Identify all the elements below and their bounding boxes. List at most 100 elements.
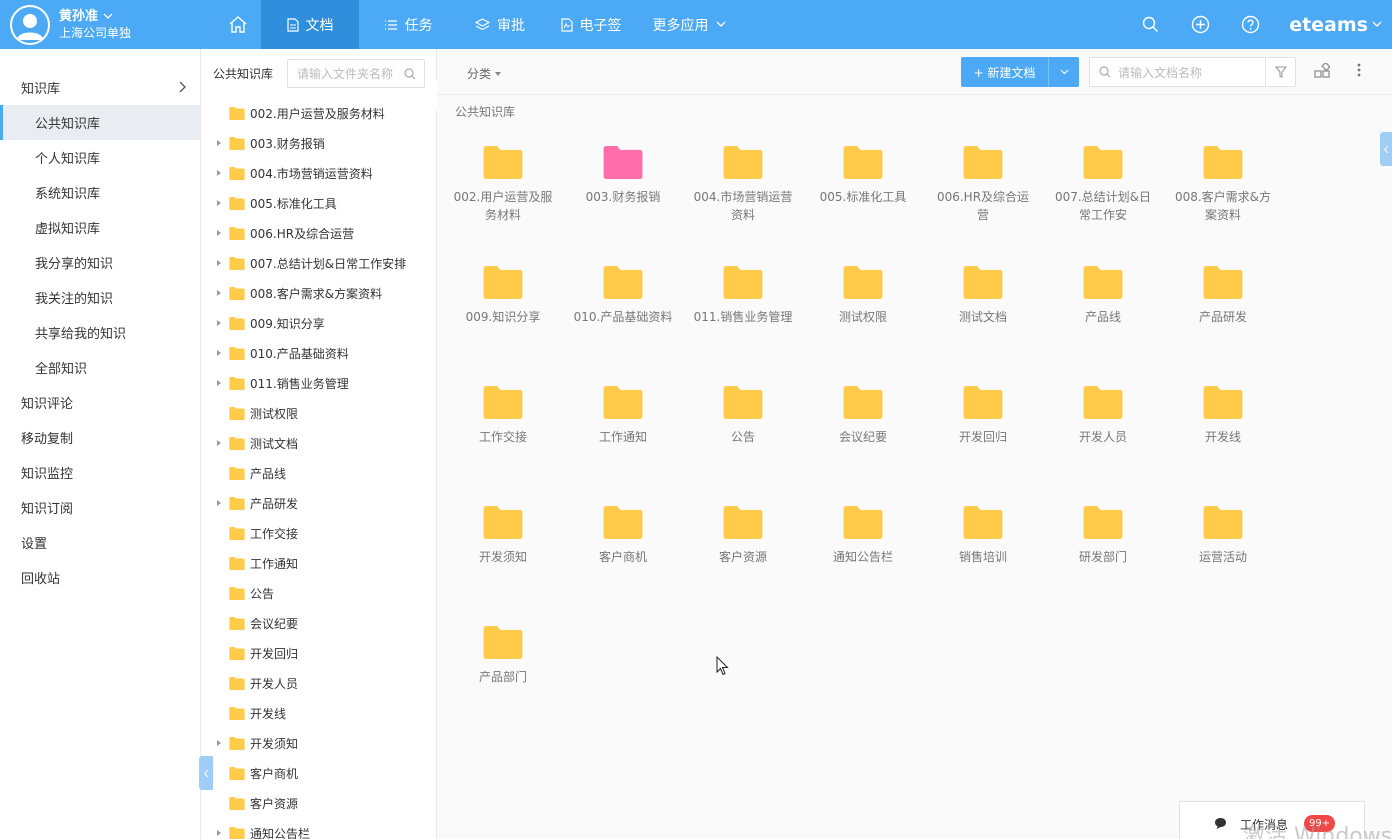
collapse-sidebar-button[interactable]: [199, 756, 213, 790]
expand-arrow-icon[interactable]: [217, 500, 221, 506]
expand-arrow-icon[interactable]: [217, 290, 221, 296]
folder-tile[interactable]: 011.销售业务管理: [683, 266, 803, 326]
help-button[interactable]: [1225, 0, 1275, 49]
expand-arrow-icon[interactable]: [217, 740, 221, 746]
expand-arrow-icon[interactable]: [217, 320, 221, 326]
folder-tile[interactable]: 通知公告栏: [803, 506, 923, 566]
tree-item[interactable]: 005.标准化工具: [201, 188, 436, 218]
folder-tile[interactable]: 工作通知: [563, 386, 683, 446]
sidebar-item[interactable]: 知识库: [0, 70, 200, 105]
tree-item[interactable]: 010.产品基础资料: [201, 338, 436, 368]
tree-item[interactable]: 006.HR及综合运营: [201, 218, 436, 248]
sidebar-item[interactable]: 移动复制: [0, 420, 200, 455]
category-dropdown[interactable]: 分类: [467, 65, 502, 82]
filter-button[interactable]: [1265, 58, 1295, 86]
folder-tile[interactable]: 会议纪要: [803, 386, 923, 446]
tree-item[interactable]: 公告: [201, 578, 436, 608]
new-document-button[interactable]: + 新建文档: [961, 57, 1079, 87]
sidebar-item[interactable]: 全部知识: [0, 350, 200, 385]
folder-search-input[interactable]: 请输入文件夹名称: [287, 59, 425, 88]
nav-tab-tasks[interactable]: 任务: [359, 0, 457, 49]
sidebar-item[interactable]: 知识评论: [0, 385, 200, 420]
tree-item[interactable]: 008.客户需求&方案资料: [201, 278, 436, 308]
expand-arrow-icon[interactable]: [217, 380, 221, 386]
folder-tile[interactable]: 009.知识分享: [443, 266, 563, 326]
expand-arrow-icon[interactable]: [217, 140, 221, 146]
sidebar-item[interactable]: 我关注的知识: [0, 280, 200, 315]
folder-tile[interactable]: 产品线: [1043, 266, 1163, 326]
nav-tab-approval[interactable]: 审批: [457, 0, 543, 49]
folder-tile[interactable]: 运营活动: [1163, 506, 1283, 566]
breadcrumb[interactable]: 公共知识库: [455, 103, 515, 120]
search-button[interactable]: [1125, 0, 1175, 49]
sidebar-item[interactable]: 系统知识库: [0, 175, 200, 210]
tree-item[interactable]: 客户商机: [201, 758, 436, 788]
tree-item[interactable]: 开发须知: [201, 728, 436, 758]
folder-tile[interactable]: 工作交接: [443, 386, 563, 446]
avatar[interactable]: [10, 5, 50, 45]
expand-right-panel-button[interactable]: [1380, 132, 1392, 166]
folder-tile[interactable]: 010.产品基础资料: [563, 266, 683, 326]
folder-tile[interactable]: 007.总结计划&日常工作安: [1043, 146, 1163, 224]
folder-tile[interactable]: 开发线: [1163, 386, 1283, 446]
tree-item[interactable]: 007.总结计划&日常工作安排: [201, 248, 436, 278]
tree-item[interactable]: 客户资源: [201, 788, 436, 818]
tree-item[interactable]: 009.知识分享: [201, 308, 436, 338]
tree-item[interactable]: 004.市场营销运营资料: [201, 158, 436, 188]
tree-item[interactable]: 开发线: [201, 698, 436, 728]
sidebar-item[interactable]: 个人知识库: [0, 140, 200, 175]
tree-item[interactable]: 测试文档: [201, 428, 436, 458]
folder-tile[interactable]: 005.标准化工具: [803, 146, 923, 206]
brand-menu[interactable]: eteams: [1289, 14, 1382, 36]
tree-item[interactable]: 测试权限: [201, 398, 436, 428]
folder-tile[interactable]: 产品部门: [443, 626, 563, 686]
folder-tile[interactable]: 研发部门: [1043, 506, 1163, 566]
folder-tile[interactable]: 004.市场营销运营资料: [683, 146, 803, 224]
folder-tile[interactable]: 002.用户运营及服务材料: [443, 146, 563, 224]
sidebar-item[interactable]: 共享给我的知识: [0, 315, 200, 350]
expand-arrow-icon[interactable]: [217, 440, 221, 446]
new-document-dropdown[interactable]: [1049, 57, 1079, 87]
sidebar-item[interactable]: 公共知识库: [0, 105, 200, 140]
folder-tile[interactable]: 开发须知: [443, 506, 563, 566]
folder-tile[interactable]: 开发人员: [1043, 386, 1163, 446]
tree-item[interactable]: 通知公告栏: [201, 818, 436, 839]
sidebar-item[interactable]: 虚拟知识库: [0, 210, 200, 245]
expand-arrow-icon[interactable]: [217, 830, 221, 836]
more-vertical-icon[interactable]: [1357, 62, 1361, 78]
tree-item[interactable]: 会议纪要: [201, 608, 436, 638]
folder-tile[interactable]: 公告: [683, 386, 803, 446]
sidebar-item[interactable]: 知识订阅: [0, 490, 200, 525]
add-button[interactable]: [1175, 0, 1225, 49]
folder-tile[interactable]: 006.HR及综合运营: [923, 146, 1043, 224]
folder-tile[interactable]: 客户商机: [563, 506, 683, 566]
tree-item[interactable]: 开发人员: [201, 668, 436, 698]
expand-arrow-icon[interactable]: [217, 350, 221, 356]
home-button[interactable]: [221, 0, 261, 49]
folder-tile[interactable]: 开发回归: [923, 386, 1043, 446]
tree-item[interactable]: 工作通知: [201, 548, 436, 578]
nav-tab-documents[interactable]: 文档: [261, 0, 359, 49]
folder-tile[interactable]: 008.客户需求&方案资料: [1163, 146, 1283, 224]
tree-item[interactable]: 002.用户运营及服务材料: [201, 98, 436, 128]
sidebar-item[interactable]: 我分享的知识: [0, 245, 200, 280]
folder-tile[interactable]: 客户资源: [683, 506, 803, 566]
user-name-row[interactable]: 黄孙准: [59, 8, 131, 25]
expand-arrow-icon[interactable]: [217, 170, 221, 176]
tree-item[interactable]: 开发回归: [201, 638, 436, 668]
document-search-input[interactable]: 请输入文档名称: [1089, 57, 1296, 87]
folder-tile[interactable]: 销售培训: [923, 506, 1043, 566]
expand-arrow-icon[interactable]: [217, 260, 221, 266]
user-menu[interactable]: 黄孙准 上海公司单独: [10, 4, 131, 46]
folder-tile[interactable]: 测试权限: [803, 266, 923, 326]
expand-arrow-icon[interactable]: [217, 200, 221, 206]
expand-arrow-icon[interactable]: [217, 230, 221, 236]
view-toggle-icon[interactable]: [1314, 63, 1330, 79]
folder-tile[interactable]: 测试文档: [923, 266, 1043, 326]
tree-item[interactable]: 011.销售业务管理: [201, 368, 436, 398]
nav-tab-more-apps[interactable]: 更多应用: [639, 0, 739, 49]
sidebar-item[interactable]: 回收站: [0, 560, 200, 595]
nav-tab-esign[interactable]: 电子签: [543, 0, 639, 49]
tree-item[interactable]: 产品研发: [201, 488, 436, 518]
folder-tile[interactable]: 003.财务报销: [563, 146, 683, 206]
